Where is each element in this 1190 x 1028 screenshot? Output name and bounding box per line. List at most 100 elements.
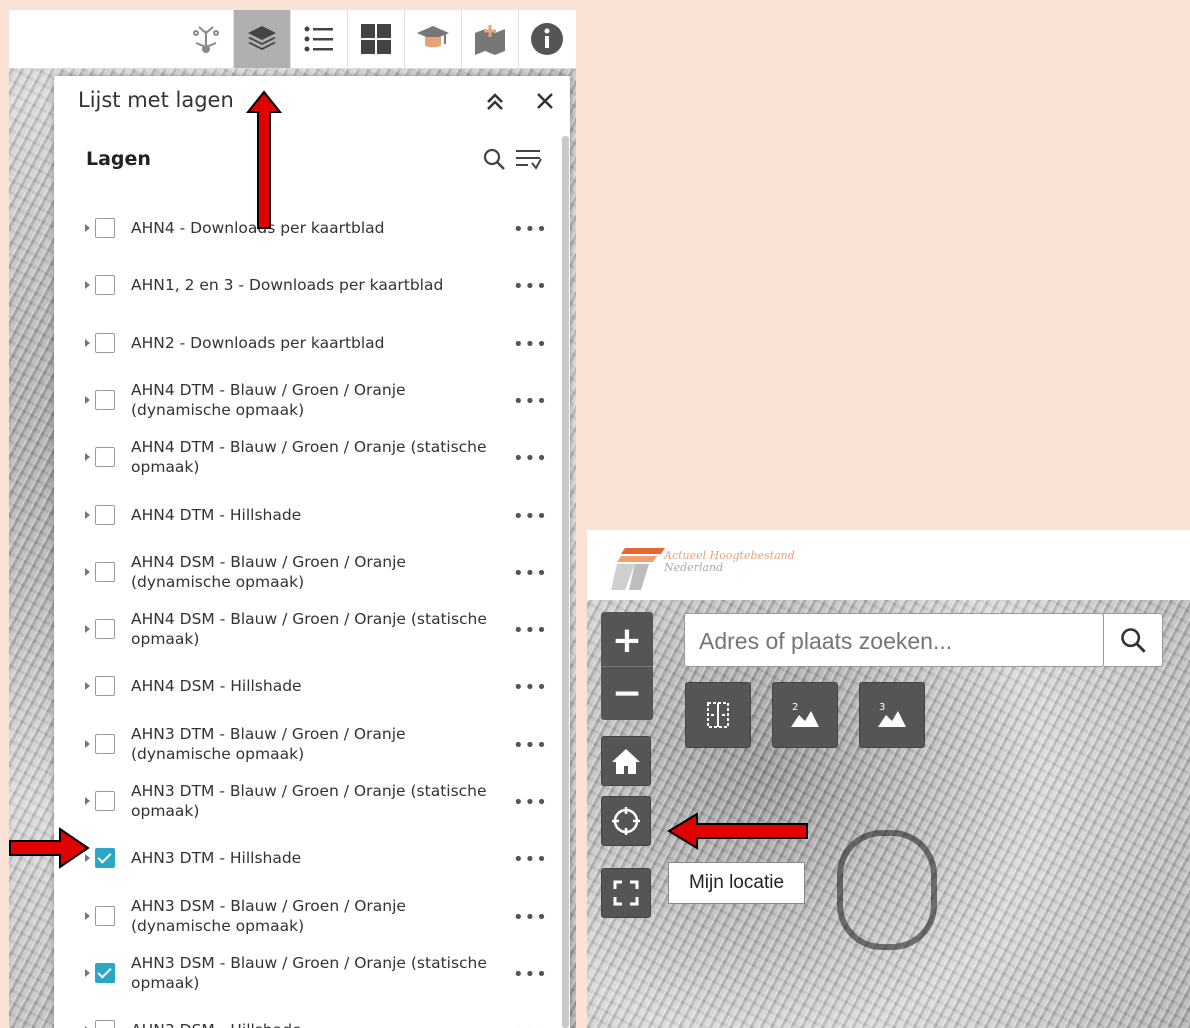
tool-education[interactable] [404, 10, 461, 68]
search-input[interactable] [697, 614, 1091, 668]
layer-row[interactable]: AHN4 DSM - Blauw / Groen / Oranje (dynam… [80, 544, 550, 600]
layer-row[interactable]: AHN4 DTM - Blauw / Groen / Oranje (dynam… [80, 372, 550, 428]
logo-text-line-2: Nederland [664, 561, 724, 574]
layer-row[interactable]: AHN2 - Downloads per kaartblad ••• [80, 315, 550, 371]
ahn-logo-icon [611, 548, 665, 590]
layer-checkbox[interactable] [95, 791, 115, 811]
layer-checkbox[interactable] [95, 905, 115, 926]
layer-checkbox[interactable] [95, 389, 115, 410]
layer-options-button[interactable]: ••• [513, 221, 548, 239]
home-button[interactable] [601, 736, 651, 786]
layer-options-button[interactable]: ••• [513, 450, 548, 468]
layer-options-button[interactable]: ••• [513, 392, 548, 410]
tool-basemap[interactable] [347, 10, 404, 68]
layer-row[interactable]: AHN4 DSM - Blauw / Groen / Oranje (stati… [80, 601, 550, 657]
zoom-in-button[interactable]: + [601, 614, 653, 666]
expand-arrow-icon[interactable] [85, 224, 90, 232]
layer-row[interactable]: AHN3 DSM - Hillshade••• [80, 1002, 550, 1028]
layer-checkbox[interactable] [95, 447, 115, 468]
search-box [684, 613, 1104, 668]
layer-options-button[interactable]: ••• [513, 736, 548, 754]
layer-checkbox[interactable] [95, 332, 115, 353]
scrollbar[interactable] [562, 136, 569, 1028]
layer-list-panel: Lijst met lagen Lagen AHN4 - Downloads p… [54, 76, 570, 1028]
terrain-3d-icon: 3 [878, 702, 906, 727]
expand-arrow-icon[interactable] [85, 739, 90, 748]
layer-options-button[interactable]: ••• [513, 622, 548, 640]
tool-layers[interactable] [233, 10, 290, 68]
layer-checkbox[interactable] [95, 504, 115, 525]
expand-arrow-icon[interactable] [85, 911, 90, 920]
fullscreen-icon [613, 880, 639, 906]
layer-options-button[interactable]: ••• [513, 335, 548, 353]
layer-checkbox[interactable] [95, 848, 115, 869]
layer-row[interactable]: AHN3 DTM - Blauw / Groen / Oranje (dynam… [80, 716, 550, 772]
layer-checkbox[interactable] [95, 218, 115, 238]
layer-row[interactable]: AHN4 DSM - Hillshade ••• [80, 658, 550, 714]
layer-label: AHN4 DSM - Hillshade [131, 677, 302, 696]
expand-arrow-icon[interactable] [85, 968, 90, 977]
expand-arrow-icon[interactable] [85, 453, 90, 462]
layer-label: AHN3 DSM - Hillshade [131, 1020, 501, 1028]
layer-row[interactable]: AHN4 - Downloads per kaartblad ••• [80, 200, 550, 256]
layer-options-button[interactable]: ••• [513, 278, 548, 296]
layer-row[interactable]: AHN1, 2 en 3 - Downloads per kaartblad ••… [80, 257, 550, 313]
tool-add-data[interactable] [461, 10, 518, 68]
swipe-button[interactable] [685, 682, 751, 748]
collapse-icon[interactable] [484, 90, 506, 112]
layer-options-button[interactable]: ••• [513, 908, 548, 926]
expand-arrow-icon[interactable] [85, 682, 90, 691]
expand-arrow-icon[interactable] [85, 338, 90, 347]
layer-label: AHN4 DTM - Hillshade [131, 505, 302, 524]
expand-arrow-icon[interactable] [85, 395, 90, 404]
expand-arrow-icon[interactable] [85, 510, 90, 519]
layer-label: AHN3 DTM - Blauw / Groen / Oranje (dynam… [131, 724, 406, 763]
red-arrow-left-icon [667, 812, 808, 850]
layer-options-button[interactable]: ••• [513, 679, 548, 697]
layer-label: AHN3 DSM - Blauw / Groen / Oranje (stati… [131, 953, 487, 992]
search-button[interactable] [1104, 613, 1163, 667]
logo-text: Actueel Hoogtebestand Nederland [664, 550, 795, 574]
layer-checkbox[interactable] [95, 733, 115, 754]
layer-checkbox[interactable] [95, 619, 115, 640]
home-icon [612, 749, 640, 774]
tool-move[interactable] [177, 10, 234, 68]
profile-2d-button[interactable]: 2 [772, 682, 838, 748]
layer-label: AHN4 DTM - Blauw / Groen / Oranje (dynam… [131, 380, 406, 419]
layer-row[interactable]: AHN3 DSM - Blauw / Groen / Oranje (stati… [80, 945, 550, 1001]
search-icon[interactable] [482, 147, 506, 171]
fullscreen-button[interactable] [601, 868, 651, 918]
layer-label: AHN3 DTM - Blauw / Groen / Oranje (stati… [131, 782, 487, 820]
layer-options-button[interactable]: ••• [513, 564, 548, 582]
move-icon [192, 26, 219, 53]
layer-checkbox[interactable] [95, 275, 115, 296]
tool-legend[interactable] [290, 10, 347, 68]
svg-text:3: 3 [879, 702, 885, 713]
layer-options-button[interactable]: ••• [513, 507, 548, 525]
my-location-button[interactable] [601, 796, 651, 846]
expand-arrow-icon[interactable] [85, 797, 90, 805]
layer-options-button[interactable]: ••• [513, 965, 548, 983]
layer-row[interactable]: AHN3 DTM - Hillshade ••• [80, 830, 550, 886]
red-arrow-right-icon [9, 827, 90, 869]
layer-options-button[interactable]: ••• [513, 851, 548, 869]
filter-icon[interactable] [514, 147, 542, 173]
layer-checkbox[interactable] [95, 962, 115, 983]
profile-3d-button[interactable]: 3 [859, 682, 925, 748]
layer-row[interactable]: AHN3 DSM - Blauw / Groen / Oranje (dynam… [80, 888, 550, 944]
layer-row[interactable]: AHN4 DTM - Blauw / Groen / Oranje (stati… [80, 429, 550, 485]
layer-options-button[interactable]: ••• [513, 794, 548, 812]
close-icon[interactable] [536, 92, 554, 110]
layer-row[interactable]: AHN4 DTM - Hillshade ••• [80, 487, 550, 543]
expand-arrow-icon[interactable] [85, 625, 90, 634]
layer-checkbox[interactable] [95, 676, 115, 697]
zoom-out-button[interactable]: − [601, 666, 653, 719]
layer-checkbox[interactable] [95, 1020, 115, 1028]
tool-info[interactable] [518, 10, 575, 68]
layer-label: AHN3 DSM - Blauw / Groen / Oranje (dynam… [131, 896, 406, 935]
app-header: Actueel Hoogtebestand Nederland [587, 530, 1190, 600]
layer-checkbox[interactable] [95, 561, 115, 582]
expand-arrow-icon[interactable] [85, 567, 90, 576]
layer-row[interactable]: AHN3 DTM - Blauw / Groen / Oranje (stati… [80, 773, 550, 829]
expand-arrow-icon[interactable] [85, 281, 90, 290]
